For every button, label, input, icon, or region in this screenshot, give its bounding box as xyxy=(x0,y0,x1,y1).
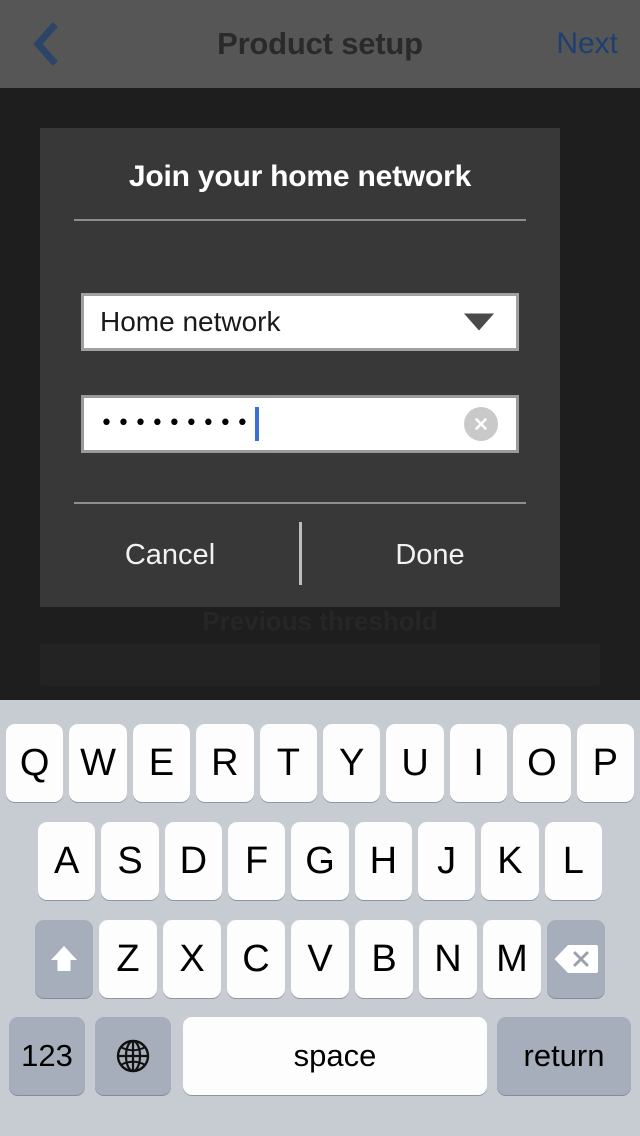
key-d[interactable]: D xyxy=(164,822,222,900)
key-k[interactable]: K xyxy=(481,822,539,900)
clear-circle-icon[interactable] xyxy=(464,407,498,441)
navigation-bar: Product setup Next xyxy=(0,0,640,88)
done-button[interactable]: Done xyxy=(300,504,560,607)
key-u[interactable]: U xyxy=(386,724,444,802)
chevron-left-icon xyxy=(32,22,58,66)
key-q[interactable]: Q xyxy=(5,724,64,802)
key-s[interactable]: S xyxy=(101,822,159,900)
page-title: Product setup xyxy=(217,26,423,61)
key-m[interactable]: M xyxy=(483,920,541,998)
space-key[interactable]: space xyxy=(183,1017,487,1095)
dialog-actions: Cancel Done xyxy=(40,502,560,607)
ghost-row xyxy=(40,644,600,686)
key-v[interactable]: V xyxy=(291,920,349,998)
dialog-title: Join your home network xyxy=(128,160,472,193)
key-f[interactable]: F xyxy=(228,822,286,900)
key-p[interactable]: P xyxy=(576,724,635,802)
chevron-down-icon xyxy=(464,313,494,331)
on-screen-keyboard: Q W E R T Y U I O P A S D F G H J K L Z … xyxy=(0,700,640,1136)
keyboard-row-2: A S D F G H J K L xyxy=(0,812,640,910)
key-r[interactable]: R xyxy=(196,724,254,802)
phone-screen: Product setup Next Previous threshold Jo… xyxy=(0,0,640,1136)
dialog-title-divider xyxy=(74,219,526,221)
password-masked-value: ••••••••• xyxy=(100,411,253,436)
network-select[interactable]: Home network xyxy=(81,293,519,351)
shift-key[interactable] xyxy=(35,920,93,998)
key-x[interactable]: X xyxy=(163,920,221,998)
keyboard-row-3: Z X C V B N M xyxy=(0,910,640,1008)
backspace-icon xyxy=(553,942,599,976)
key-b[interactable]: B xyxy=(355,920,413,998)
action-separator xyxy=(299,522,302,585)
key-y[interactable]: Y xyxy=(323,724,381,802)
key-g[interactable]: G xyxy=(291,822,349,900)
key-j[interactable]: J xyxy=(417,822,476,900)
return-key[interactable]: return xyxy=(497,1017,631,1095)
password-input[interactable]: ••••••••• xyxy=(81,395,519,453)
key-h[interactable]: H xyxy=(354,822,412,900)
key-i[interactable]: I xyxy=(449,724,508,802)
backspace-key[interactable] xyxy=(547,920,605,998)
keyboard-row-4: 123 space return xyxy=(0,1008,640,1104)
shift-arrow-icon xyxy=(44,939,84,979)
globe-key[interactable] xyxy=(95,1017,171,1095)
dialog-fields: Home network ••••••••• xyxy=(40,293,560,453)
next-button[interactable]: Next xyxy=(556,27,618,61)
key-z[interactable]: Z xyxy=(99,920,157,998)
ghost-page-title: Previous threshold xyxy=(202,606,438,636)
join-network-dialog: Join your home network Home network ••••… xyxy=(40,128,560,607)
key-e[interactable]: E xyxy=(132,724,191,802)
network-select-value: Home network xyxy=(100,306,281,337)
cancel-button[interactable]: Cancel xyxy=(40,504,300,607)
key-c[interactable]: C xyxy=(227,920,285,998)
keyboard-row-1: Q W E R T Y U I O P xyxy=(0,714,640,812)
globe-icon xyxy=(112,1035,154,1077)
key-l[interactable]: L xyxy=(544,822,602,900)
key-a[interactable]: A xyxy=(38,822,96,900)
numbers-key[interactable]: 123 xyxy=(9,1017,85,1095)
key-w[interactable]: W xyxy=(69,724,127,802)
back-button[interactable] xyxy=(18,17,72,71)
key-t[interactable]: T xyxy=(259,724,317,802)
key-o[interactable]: O xyxy=(513,724,571,802)
text-cursor xyxy=(254,407,259,441)
key-n[interactable]: N xyxy=(419,920,477,998)
